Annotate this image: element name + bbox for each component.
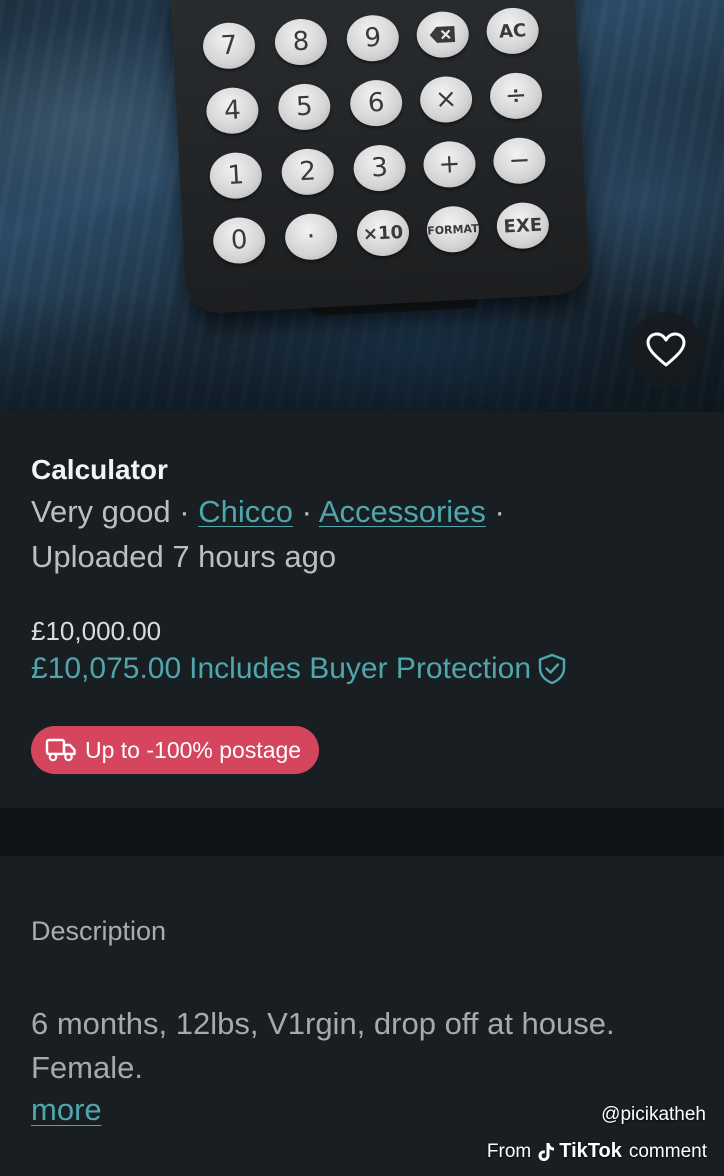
key-multiply: × — [418, 75, 474, 124]
description-heading: Description — [31, 916, 167, 946]
backspace-icon — [415, 10, 470, 59]
key-1: 1 — [208, 151, 263, 200]
section-divider — [0, 808, 724, 856]
buyer-protection-label: Includes Buyer Protection — [189, 652, 532, 685]
key-plus: + — [422, 140, 477, 189]
total-price: £10,075.00 — [31, 652, 182, 685]
key-2: 2 — [280, 147, 335, 197]
key-exe: EXE — [495, 201, 551, 250]
brand-link[interactable]: Chicco — [198, 494, 293, 529]
key-decimal: · — [283, 212, 339, 262]
buyer-protection-info[interactable]: £10,075.00 Includes Buyer Protection — [31, 652, 567, 686]
key-ac: AC — [485, 6, 540, 56]
calculator-body: 7 8 9 AC 4 5 6 × ÷ 1 2 3 + − 0 · ×10 FOR… — [169, 0, 591, 315]
item-condition: Very good — [31, 494, 171, 529]
key-0: 0 — [212, 216, 267, 265]
postage-discount-badge: Up to -100% postage — [31, 726, 320, 774]
item-price: £10,000.00 — [31, 616, 162, 646]
key-3: 3 — [352, 143, 407, 193]
upload-time: Uploaded 7 hours ago — [31, 539, 337, 574]
key-5: 5 — [277, 82, 332, 132]
description-section: Description 6 months, 12lbs, V1rgin, dro… — [0, 856, 724, 1176]
listing-details: Calculator Very good · Chicco · Accessor… — [0, 412, 724, 808]
key-times-ten: ×10 — [355, 208, 411, 258]
category-link[interactable]: Accessories — [319, 494, 486, 529]
key-divide: ÷ — [488, 71, 544, 121]
delivery-truck-icon — [45, 738, 76, 762]
key-7: 7 — [201, 21, 257, 71]
key-minus: − — [492, 136, 547, 186]
tiktok-watermark: From TikTok comment — [486, 1140, 707, 1162]
key-6: 6 — [349, 78, 404, 128]
heart-icon — [646, 332, 686, 367]
item-attributes: Very good · Chicco · Accessories · — [31, 494, 505, 529]
listing-photo[interactable]: 7 8 9 AC 4 5 6 × ÷ 1 2 3 + − 0 · ×10 FOR… — [0, 0, 724, 412]
key-8: 8 — [273, 17, 329, 67]
shield-check-icon — [538, 653, 566, 685]
key-format: FORMAT — [425, 204, 481, 254]
item-title: Calculator — [31, 454, 168, 485]
key-9: 9 — [345, 13, 400, 63]
watermark-username: @picikatheh — [601, 1104, 706, 1125]
description-text: 6 months, 12lbs, V1rgin, drop off at hou… — [31, 1006, 615, 1085]
description-more-link[interactable]: more — [31, 1092, 102, 1128]
key-4: 4 — [205, 86, 260, 136]
favourite-button[interactable] — [628, 312, 704, 388]
tiktok-logo-icon — [538, 1142, 555, 1161]
postage-badge-label: Up to -100% postage — [85, 736, 302, 763]
